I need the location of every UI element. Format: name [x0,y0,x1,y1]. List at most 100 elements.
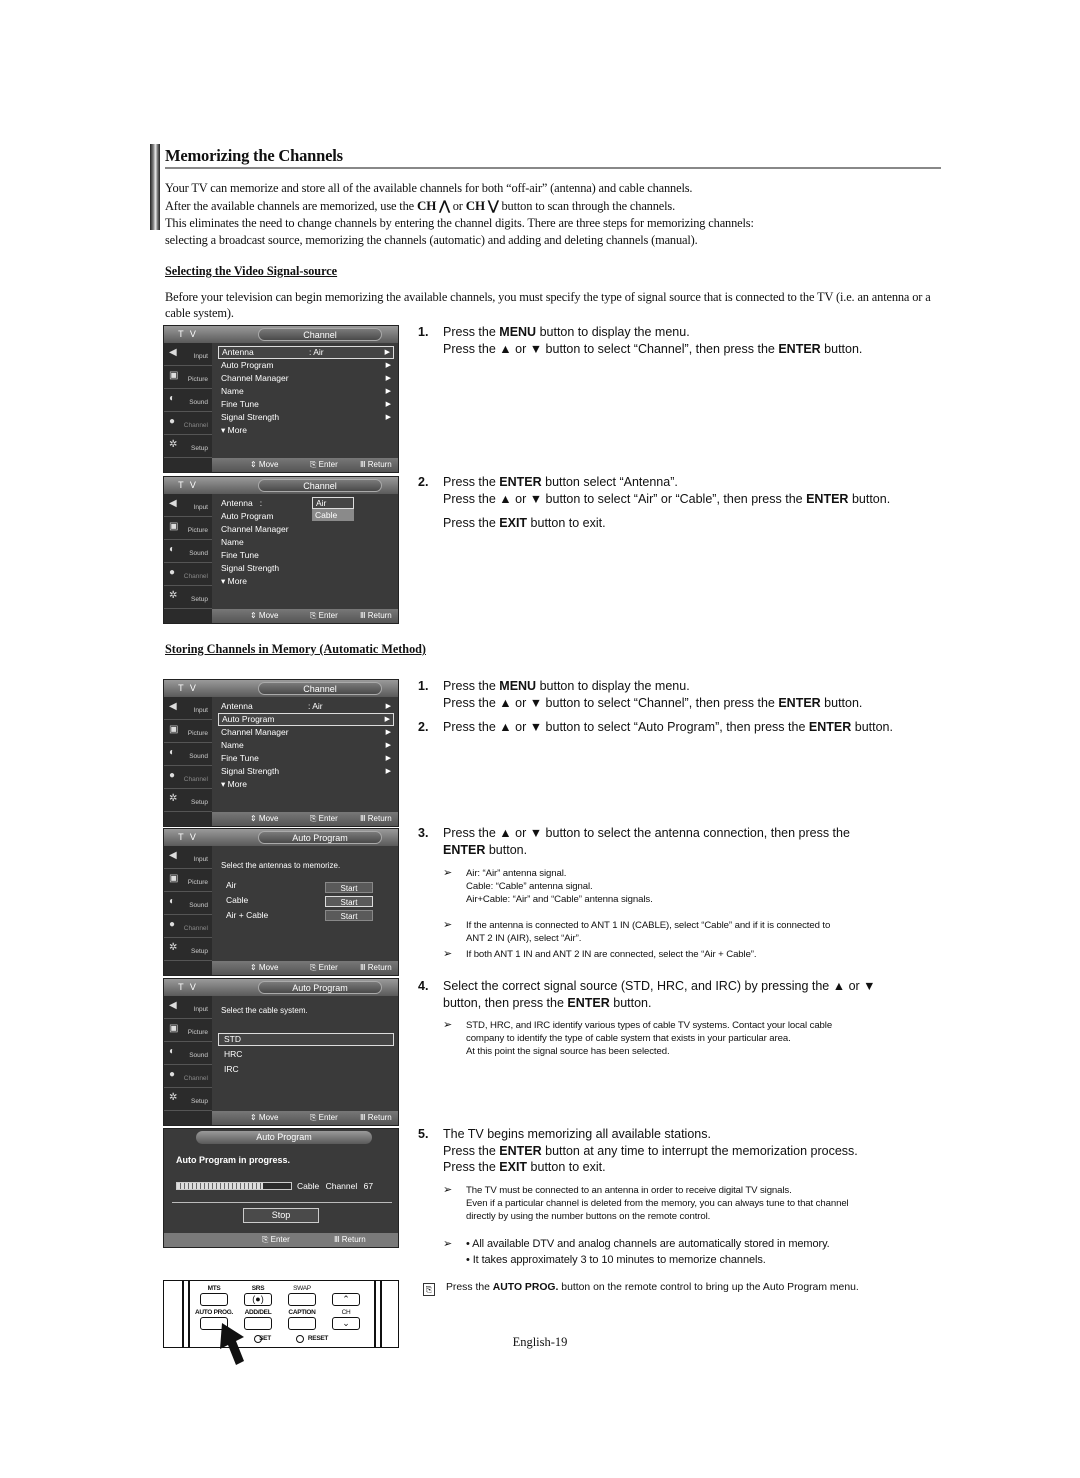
osd-side-menu: ◀ Input ▣ Picture ◐ Sound ● Channel ✲ Setup [164,996,212,1125]
antenna-options-popup: Air Cable [312,497,354,521]
menu-item-antenna[interactable]: Antenna: Air ▶ [218,700,394,713]
osd-title: Auto Program [258,981,382,994]
return-hint: Ⅲ Return [360,611,392,620]
side-item-channel[interactable]: ● Channel [164,915,212,938]
swap-button[interactable] [288,1293,316,1306]
side-item-input[interactable]: ◀ Input [164,846,212,869]
osd-hint-bar: ⇕ Move ⎘ Enter Ⅲ Return [212,609,398,623]
enter-hint: ⎘ Enter [310,814,338,823]
menu-item-antenna[interactable]: Antenna: Air ▶ [218,346,394,359]
menu-item-fine-tune[interactable]: Fine Tune [218,549,394,562]
setup-icon: ✲ [169,942,178,953]
side-item-sound[interactable]: ◐ Sound [164,892,212,915]
ch-up-button[interactable]: ⌃ [332,1293,360,1306]
osd-title: Auto Program [258,831,382,844]
cable-option-irc[interactable]: IRC [218,1063,394,1076]
menu-item-signal-strength[interactable]: Signal Strength ▶ [218,765,394,778]
arrow-right-icon: ▶ [385,362,391,369]
menu-item-fine-tune[interactable]: Fine Tune ▶ [218,398,394,411]
menu-item-channel-manager[interactable]: Channel Manager ▶ [218,372,394,385]
intro-line: Your TV can memorize and store all of th… [165,181,693,195]
menu-item-auto-program[interactable]: Auto Program [218,510,394,523]
enter-hint: ⎘ Enter [310,460,338,469]
menu-item-more[interactable]: ▾ More [218,778,394,791]
side-item-picture[interactable]: ▣ Picture [164,869,212,892]
side-item-input[interactable]: ◀ Input [164,343,212,366]
side-item-sound[interactable]: ◐ Sound [164,389,212,412]
side-item-picture[interactable]: ▣ Picture [164,366,212,389]
side-item-setup[interactable]: ✲ Setup [164,586,212,609]
menu-item-name[interactable]: Name ▶ [218,385,394,398]
menu-item-signal-strength[interactable]: Signal Strength ▶ [218,411,394,424]
side-item-picture[interactable]: ▣ Picture [164,517,212,540]
option-air[interactable]: Air [312,497,354,509]
picture-icon: ▣ [169,521,179,532]
side-item-sound[interactable]: ◐ Sound [164,1042,212,1065]
move-hint: ⇕ Move [250,611,279,620]
arrow-right-icon: ▶ [385,755,391,762]
menu-item-more[interactable]: ▾ More [218,424,394,437]
enter-hint: ⎘ Enter [310,1113,338,1122]
tv-label: T V [178,480,198,490]
auto-prog-label: AUTO PROG. [194,1309,234,1316]
menu-item-name[interactable]: Name [218,536,394,549]
start-cable-button[interactable]: Start [325,896,373,907]
setup-icon: ✲ [169,1092,178,1103]
start-air-cable-button[interactable]: Start [325,910,373,921]
menu-item-signal-strength[interactable]: Signal Strength [218,562,394,575]
mts-button[interactable] [200,1293,228,1306]
channel-number: 67 [363,1181,374,1191]
note-arrow-icon: ➢ [443,867,453,879]
setup-icon: ✲ [169,590,178,601]
side-item-sound[interactable]: ◐ Sound [164,743,212,766]
page-title: Memorizing the Channels [165,146,343,165]
side-item-channel[interactable]: ● Channel [164,1065,212,1088]
decorative-side-bar [150,144,160,230]
side-item-input[interactable]: ◀ Input [164,494,212,517]
tv-label: T V [178,832,198,842]
picture-icon: ▣ [169,873,179,884]
side-item-picture[interactable]: ▣ Picture [164,720,212,743]
arrow-right-icon: ▶ [385,401,391,408]
side-item-picture[interactable]: ▣ Picture [164,1019,212,1042]
side-item-setup[interactable]: ✲ Setup [164,1088,212,1111]
side-item-setup[interactable]: ✲ Setup [164,435,212,458]
menu-item-more[interactable]: ▾ More [218,575,394,588]
sound-icon: ◐ [169,1046,176,1057]
srs-button[interactable]: (●) [244,1293,272,1306]
menu-item-auto-program[interactable]: Auto Program ▶ [218,359,394,372]
caption-button[interactable] [288,1317,316,1330]
side-item-input[interactable]: ◀ Input [164,996,212,1019]
osd-auto-program-antenna: T V Auto Program ◀ Input ▣ Picture ◐ Sound … [163,828,399,976]
section1-paragraph: Before your television can begin memoriz… [165,290,931,320]
menu-item-channel-manager[interactable]: Channel Manager ▶ [218,726,394,739]
menu-item-antenna[interactable]: Antenna : [218,497,394,510]
input-icon: ◀ [169,1000,177,1011]
move-hint: ⇕ Move [250,460,279,469]
cable-prompt: Select the cable system. [221,1006,308,1015]
side-item-setup[interactable]: ✲ Setup [164,789,212,812]
cable-option-hrc[interactable]: HRC [218,1048,394,1061]
cable-option-std[interactable]: STD [218,1033,394,1046]
menu-item-auto-program[interactable]: Auto Program ▶ [218,713,394,726]
osd-side-menu: ◀ Input ▣ Picture ◐ Sound ● Channel ✲ Setup [164,846,212,975]
arrow-right-icon: ▶ [385,742,391,749]
menu-item-channel-manager[interactable]: Channel Manager [218,523,394,536]
menu-item-name[interactable]: Name ▶ [218,739,394,752]
note-arrow-icon: ➢ [443,948,453,960]
stop-button[interactable]: Stop [243,1208,319,1223]
side-item-sound[interactable]: ◐ Sound [164,540,212,563]
menu-item-fine-tune[interactable]: Fine Tune ▶ [218,752,394,765]
osd-hint-bar: ⎘ Enter Ⅲ Return [164,1233,398,1247]
side-item-channel[interactable]: ● Channel [164,563,212,586]
option-cable[interactable]: Cable [312,509,354,521]
side-item-input[interactable]: ◀ Input [164,697,212,720]
return-hint: Ⅲ Return [360,1113,392,1122]
side-item-setup[interactable]: ✲ Setup [164,938,212,961]
input-icon: ◀ [169,850,177,861]
start-air-button[interactable]: Start [325,882,373,893]
ch-down-button[interactable]: ⌄ [332,1317,360,1330]
side-item-channel[interactable]: ● Channel [164,766,212,789]
input-icon: ◀ [169,701,177,712]
side-item-channel[interactable]: ● Channel [164,412,212,435]
